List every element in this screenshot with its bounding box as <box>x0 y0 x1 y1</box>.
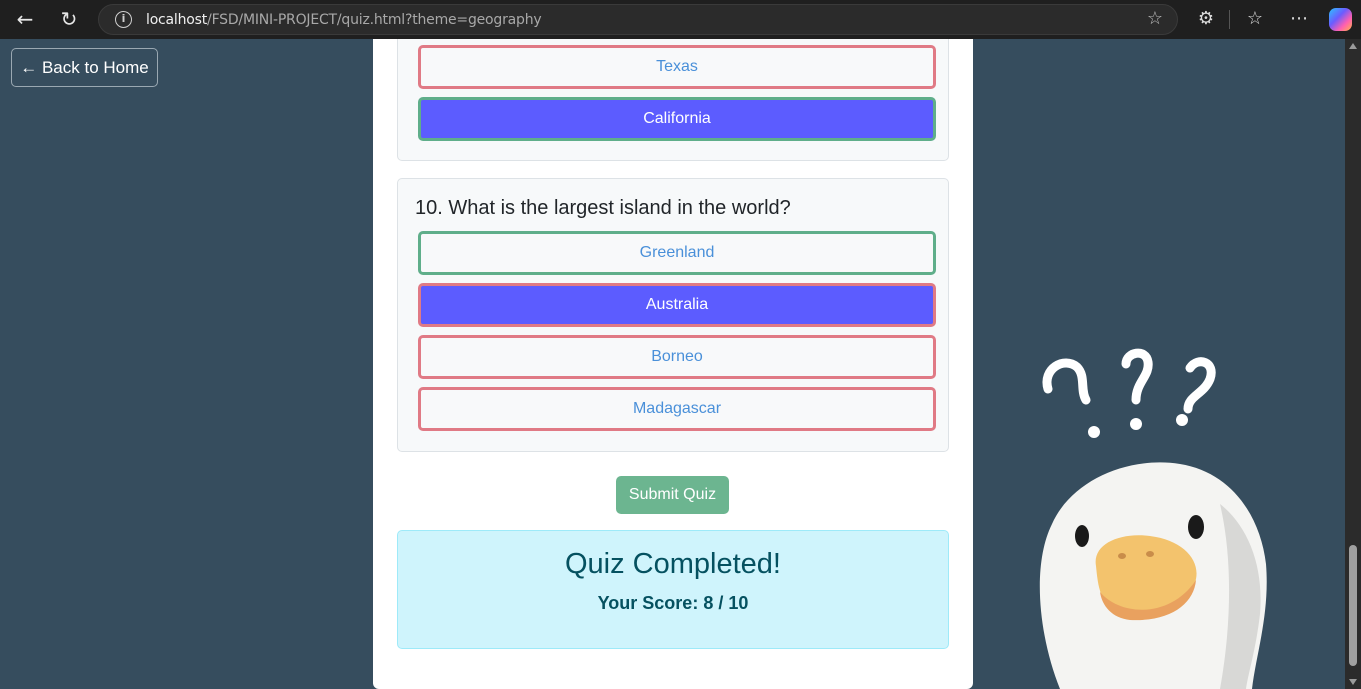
quiz-page: ← Back to Home Texas California 10. What… <box>0 39 1361 689</box>
option-borneo[interactable]: Borneo <box>418 335 936 379</box>
question-card-10: 10. What is the largest island in the wo… <box>397 178 949 452</box>
scroll-up-arrow-icon[interactable] <box>1349 43 1357 49</box>
quiz-card: Texas California 10. What is the largest… <box>373 39 973 689</box>
browser-toolbar: ← ↻ i localhost/FSD/MINI-PROJECT/quiz.ht… <box>0 0 1361 39</box>
favorite-star-icon[interactable]: ☆ <box>1147 8 1163 29</box>
submit-quiz-button[interactable]: Submit Quiz <box>616 476 729 514</box>
more-menu-icon[interactable]: ⋯ <box>1285 6 1313 34</box>
option-madagascar[interactable]: Madagascar <box>418 387 936 431</box>
address-bar[interactable]: i localhost/FSD/MINI-PROJECT/quiz.html?t… <box>98 4 1178 35</box>
back-arrow-icon[interactable]: ← <box>11 6 39 34</box>
option-australia[interactable]: Australia <box>418 283 936 327</box>
option-greenland[interactable]: Greenland <box>418 231 936 275</box>
question-card-previous: Texas California <box>397 39 949 161</box>
toolbar-divider <box>1229 10 1230 29</box>
back-to-home-button[interactable]: ← Back to Home <box>11 48 158 87</box>
scroll-down-arrow-icon[interactable] <box>1349 679 1357 685</box>
extensions-icon[interactable]: ⚙ <box>1192 6 1220 34</box>
page-scrollbar[interactable] <box>1345 39 1361 689</box>
result-title: Quiz Completed! <box>565 548 781 580</box>
option-california[interactable]: California <box>418 97 936 141</box>
reload-icon[interactable]: ↻ <box>55 6 83 34</box>
option-texas[interactable]: Texas <box>418 45 936 89</box>
copilot-icon[interactable] <box>1329 8 1352 31</box>
url-text[interactable]: localhost/FSD/MINI-PROJECT/quiz.html?the… <box>146 12 542 28</box>
url-path: /FSD/MINI-PROJECT/quiz.html?theme=geogra… <box>207 12 542 28</box>
site-info-icon[interactable]: i <box>115 11 132 28</box>
result-alert: Quiz Completed! Your Score: 8 / 10 <box>397 530 949 649</box>
url-host: localhost <box>146 12 208 28</box>
confused-duck-illustration <box>1039 348 1267 689</box>
favorites-icon[interactable]: ☆ <box>1241 6 1269 34</box>
scroll-thumb[interactable] <box>1349 545 1357 666</box>
question-text: 10. What is the largest island in the wo… <box>415 197 791 219</box>
result-score: Your Score: 8 / 10 <box>597 593 749 613</box>
